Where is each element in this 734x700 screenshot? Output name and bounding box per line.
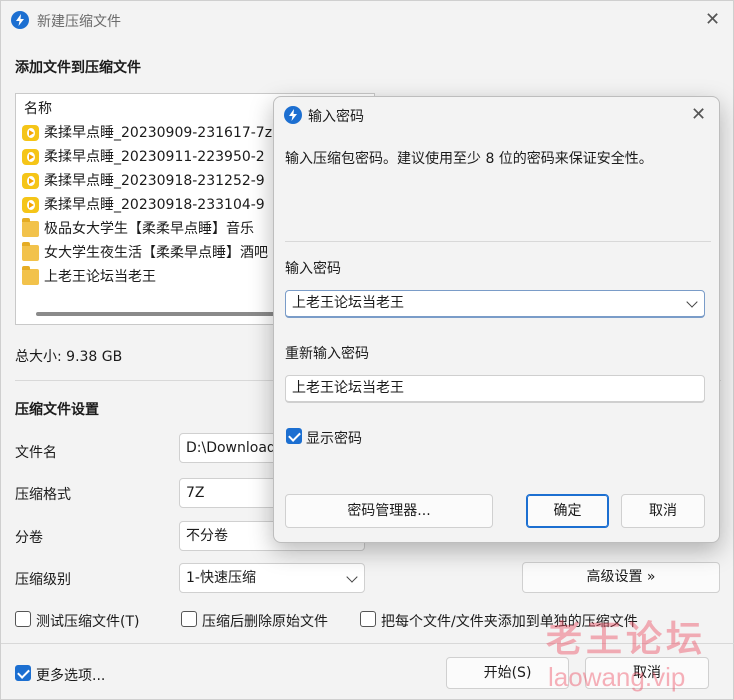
media-file-icon bbox=[22, 173, 39, 189]
filename-label: 文件名 bbox=[15, 445, 57, 461]
dialog-title: 输入密码 bbox=[308, 109, 364, 125]
total-size: 总大小: 9.38 GB bbox=[15, 349, 123, 365]
file-name: 柔揉早点睡_20230911-223950-2 bbox=[44, 149, 265, 165]
format-value: 7Z bbox=[186, 485, 205, 501]
dialog-divider bbox=[285, 241, 711, 242]
column-header-name[interactable]: 名称 bbox=[24, 98, 52, 118]
password-input[interactable]: 上老王论坛当老王 bbox=[285, 290, 705, 318]
folder-name: 极品女大学生【柔柔早点睡】音乐 bbox=[44, 221, 254, 237]
media-file-icon bbox=[22, 197, 39, 213]
file-name: 柔揉早点睡_20230918-233104-9 bbox=[44, 197, 265, 213]
folder-icon bbox=[22, 242, 39, 261]
test-archive-checkbox[interactable] bbox=[15, 611, 31, 627]
test-archive-label: 测试压缩文件(T) bbox=[36, 614, 140, 630]
folder-name: 女大学生夜生活【柔柔早点睡】酒吧 bbox=[44, 245, 268, 261]
folder-icon bbox=[22, 266, 39, 285]
dialog-cancel-button[interactable]: 取消 bbox=[621, 494, 705, 528]
folder-icon bbox=[22, 218, 39, 237]
password-dialog: 输入密码 ✕ 输入压缩包密码。建议使用至少 8 位的密码来保证安全性。 输入密码… bbox=[273, 96, 720, 543]
more-options-label: 更多选项... bbox=[36, 668, 106, 684]
media-file-icon bbox=[22, 149, 39, 165]
more-options-checkbox[interactable] bbox=[15, 665, 31, 681]
volume-label: 分卷 bbox=[15, 530, 43, 546]
media-file-icon bbox=[22, 125, 39, 141]
watermark-url: laowang.vip bbox=[548, 662, 686, 692]
show-password-checkbox[interactable] bbox=[286, 428, 302, 444]
folder-name: 上老王论坛当老王 bbox=[44, 269, 156, 285]
confirm-password-label: 重新输入密码 bbox=[285, 346, 369, 362]
file-name: 柔揉早点睡_20230909-231617-7z bbox=[44, 125, 273, 141]
dialog-logo-icon bbox=[284, 106, 302, 124]
password-value: 上老王论坛当老王 bbox=[292, 295, 404, 311]
file-name: 柔揉早点睡_20230918-231252-9 bbox=[44, 173, 265, 189]
settings-heading: 压缩文件设置 bbox=[15, 402, 99, 418]
password-manager-button[interactable]: 密码管理器... bbox=[285, 494, 493, 528]
window-title: 新建压缩文件 bbox=[37, 14, 121, 30]
volume-value: 不分卷 bbox=[186, 528, 228, 544]
chevron-down-icon bbox=[686, 296, 698, 308]
delete-after-checkbox[interactable] bbox=[181, 611, 197, 627]
advanced-settings-button[interactable]: 高级设置 » bbox=[522, 562, 720, 593]
level-value: 1-快速压缩 bbox=[186, 570, 256, 586]
format-label: 压缩格式 bbox=[15, 487, 71, 503]
ok-button[interactable]: 确定 bbox=[526, 494, 609, 528]
delete-after-label: 压缩后删除原始文件 bbox=[202, 614, 328, 630]
level-label: 压缩级别 bbox=[15, 572, 71, 588]
show-password-label: 显示密码 bbox=[306, 431, 362, 447]
title-bar: 新建压缩文件 ✕ bbox=[1, 1, 734, 39]
dialog-close-icon[interactable]: ✕ bbox=[691, 106, 706, 124]
separate-archives-checkbox[interactable] bbox=[360, 611, 376, 627]
password-label: 输入密码 bbox=[285, 261, 341, 277]
app-logo-icon bbox=[11, 11, 29, 29]
close-icon[interactable]: ✕ bbox=[705, 11, 720, 29]
add-files-heading: 添加文件到压缩文件 bbox=[15, 60, 141, 76]
dialog-description: 输入压缩包密码。建议使用至少 8 位的密码来保证安全性。 bbox=[285, 151, 653, 167]
level-select[interactable]: 1-快速压缩 bbox=[179, 563, 365, 593]
watermark-logo-text: 老王论坛 bbox=[546, 618, 707, 660]
chevron-down-icon bbox=[346, 571, 358, 583]
confirm-password-input[interactable]: 上老王论坛当老王 bbox=[285, 375, 705, 403]
